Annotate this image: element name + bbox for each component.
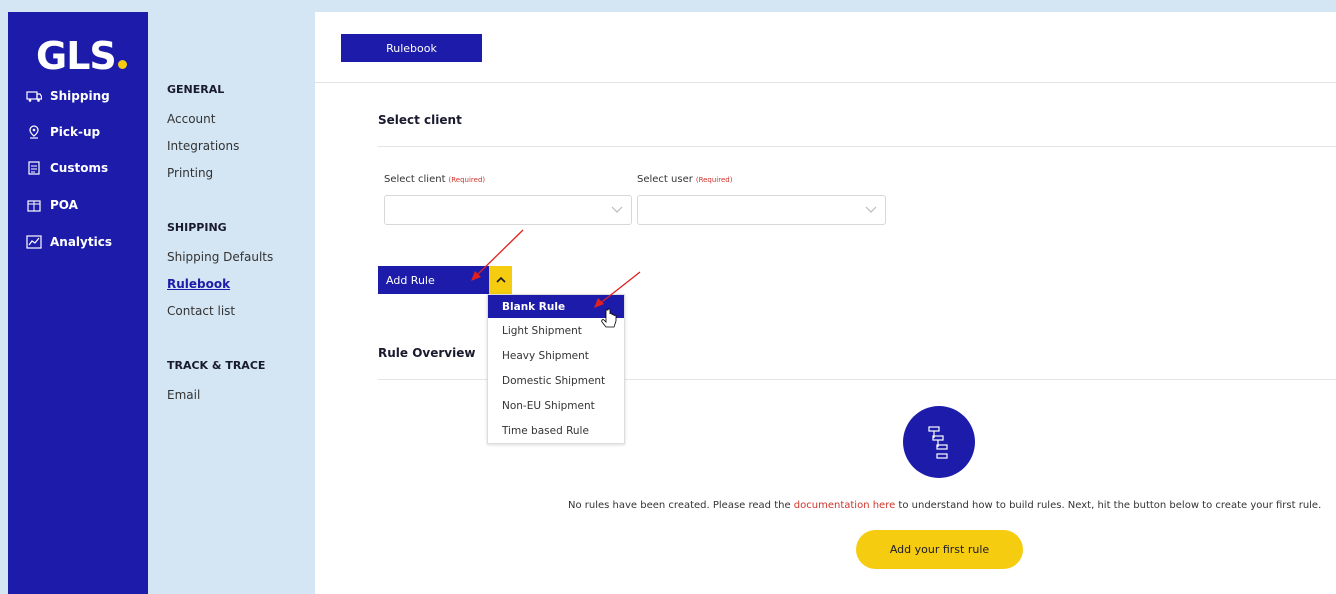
subnav-item-email[interactable]: Email xyxy=(167,388,200,402)
select-client-dropdown[interactable] xyxy=(384,195,632,225)
client-field-label: Select client (Required) xyxy=(384,174,486,185)
document-icon xyxy=(28,161,40,175)
add-rule-menu: Blank Rule Light Shipment Heavy Shipment… xyxy=(487,294,625,444)
logo-dot xyxy=(117,60,127,69)
select-client-title: Select client xyxy=(378,113,462,127)
nav-label: Pick-up xyxy=(50,125,101,139)
menu-item-time-based-rule[interactable]: Time based Rule xyxy=(488,418,624,443)
chevron-up-icon xyxy=(495,276,506,283)
subnav-item-shipping-defaults[interactable]: Shipping Defaults xyxy=(167,250,273,264)
add-first-rule-button[interactable]: Add your first rule xyxy=(856,530,1023,569)
nav-item-shipping[interactable]: Shipping xyxy=(26,86,110,106)
settings-subnav: GENERAL Account Integrations Printing SH… xyxy=(148,12,315,594)
chart-icon xyxy=(26,235,42,249)
nav-label: Shipping xyxy=(50,89,110,103)
nav-label: Customs xyxy=(50,161,109,175)
nav-label: Analytics xyxy=(50,235,112,249)
menu-item-non-eu-shipment[interactable]: Non-EU Shipment xyxy=(488,393,624,418)
subnav-item-integrations[interactable]: Integrations xyxy=(167,139,239,153)
add-rule-toggle[interactable] xyxy=(489,266,512,294)
nav-label: POA xyxy=(50,198,78,212)
main-content: Rulebook Select client Select client (Req… xyxy=(315,12,1336,594)
tab-rulebook[interactable]: Rulebook xyxy=(341,34,482,62)
subnav-item-rulebook[interactable]: Rulebook xyxy=(167,277,230,291)
user-field-label: Select user (Required) xyxy=(637,174,733,185)
add-rule-button[interactable]: Add Rule xyxy=(378,266,489,294)
subnav-item-printing[interactable]: Printing xyxy=(167,166,213,180)
rule-overview-title: Rule Overview xyxy=(378,346,476,360)
menu-item-light-shipment[interactable]: Light Shipment xyxy=(488,318,624,343)
nav-item-pickup[interactable]: Pick-up xyxy=(26,122,100,142)
subnav-heading-shipping: SHIPPING xyxy=(167,221,227,234)
nav-item-analytics[interactable]: Analytics xyxy=(26,232,112,252)
menu-item-heavy-shipment[interactable]: Heavy Shipment xyxy=(488,343,624,368)
chevron-down-icon xyxy=(611,206,623,213)
chevron-down-icon xyxy=(865,206,877,213)
subnav-item-account[interactable]: Account xyxy=(167,112,215,126)
main-nav: GLS Shipping Pick-up Customs POA Analyti… xyxy=(8,12,148,594)
divider xyxy=(315,82,1336,83)
select-user-dropdown[interactable] xyxy=(637,195,886,225)
package-icon xyxy=(27,200,41,212)
nav-item-customs[interactable]: Customs xyxy=(26,158,108,178)
divider xyxy=(378,146,1336,147)
menu-item-domestic-shipment[interactable]: Domestic Shipment xyxy=(488,368,624,393)
documentation-link[interactable]: documentation here xyxy=(794,500,895,511)
gls-logo[interactable]: GLS xyxy=(36,34,127,78)
subnav-heading-track-trace: TRACK & TRACE xyxy=(167,359,266,372)
rules-flow-icon xyxy=(928,426,948,459)
truck-icon xyxy=(26,91,42,102)
subnav-heading-general: GENERAL xyxy=(167,83,225,96)
subnav-item-contact-list[interactable]: Contact list xyxy=(167,304,235,318)
nav-item-poa[interactable]: POA xyxy=(26,195,78,215)
menu-item-blank-rule[interactable]: Blank Rule xyxy=(488,295,624,318)
location-pin-icon xyxy=(29,125,39,139)
empty-state-message: No rules have been created. Please read … xyxy=(568,500,1322,511)
empty-state-illustration xyxy=(903,406,975,478)
